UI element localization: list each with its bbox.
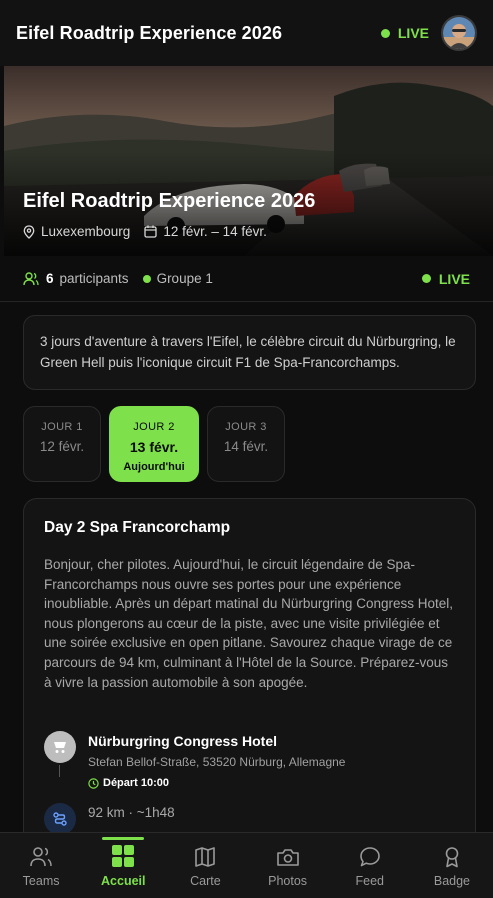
route-icon bbox=[53, 812, 67, 826]
nav-label: Accueil bbox=[101, 874, 146, 888]
hero-banner: Eifel Roadtrip Experience 2026 Luxexembo… bbox=[4, 66, 493, 256]
day-tab-label: JOUR 1 bbox=[41, 421, 83, 433]
page-title: Eifel Roadtrip Experience 2026 bbox=[16, 22, 283, 43]
day-tab-3[interactable]: JOUR 3 14 févr. bbox=[207, 406, 285, 482]
chat-icon bbox=[359, 847, 380, 867]
today-badge: Aujourd'hui bbox=[123, 461, 185, 473]
avatar[interactable] bbox=[441, 15, 477, 51]
hero-location: Luxexembourg bbox=[23, 224, 130, 239]
hero-title: Eifel Roadtrip Experience 2026 bbox=[23, 190, 316, 212]
live-dot-icon bbox=[380, 28, 390, 38]
location-text: Luxexembourg bbox=[41, 224, 131, 239]
map-icon bbox=[195, 847, 216, 867]
day-tab-date: 14 févr. bbox=[223, 439, 269, 454]
day-tab-date: 12 févr. bbox=[39, 439, 85, 454]
event-description: 3 jours d'aventure à travers l'Eifel, le… bbox=[23, 315, 476, 390]
departure-time: Départ 10:00 bbox=[88, 777, 169, 789]
nav-photos[interactable]: Photos bbox=[247, 833, 329, 898]
day-tab-2[interactable]: JOUR 2 13 févr. Aujourd'hui bbox=[109, 406, 199, 482]
nav-label: Badge bbox=[433, 874, 471, 888]
day-card-body: Bonjour, cher pilotes. Aujourd'hui, le c… bbox=[44, 557, 453, 690]
group-dot-icon bbox=[142, 274, 151, 283]
nav-feed[interactable]: Feed bbox=[329, 833, 411, 898]
day-tab-label: JOUR 3 bbox=[225, 421, 267, 433]
hotel-cart-icon bbox=[54, 742, 66, 753]
nav-accueil[interactable]: Accueil bbox=[82, 833, 164, 898]
group-badge: Groupe 1 bbox=[142, 271, 213, 286]
participants-count: 6 bbox=[46, 271, 54, 286]
day-tab-date: 13 févr. bbox=[129, 439, 179, 455]
location-pin-icon bbox=[23, 224, 35, 239]
grid-icon bbox=[112, 845, 135, 867]
route-icon-circle bbox=[44, 803, 76, 835]
day-selector: JOUR 1 12 févr. JOUR 2 13 févr. Aujourd'… bbox=[23, 406, 285, 482]
day-tab-label: JOUR 2 bbox=[133, 421, 175, 433]
day-tab-1[interactable]: JOUR 1 12 févr. bbox=[23, 406, 101, 482]
participants-label: participants bbox=[59, 271, 129, 286]
nav-label: Feed bbox=[355, 874, 385, 888]
badge-icon bbox=[445, 847, 459, 868]
nav-carte[interactable]: Carte bbox=[164, 833, 246, 898]
route-distance: 92 km · ~1h48 bbox=[88, 805, 175, 820]
departure-text: Départ 10:00 bbox=[103, 777, 170, 789]
dates-text: 12 févr. – 14 févr. bbox=[163, 224, 267, 239]
clock-icon bbox=[88, 777, 99, 789]
day-card-title: Day 2 Spa Francorchamp bbox=[44, 519, 231, 536]
hero-dates: 12 févr. – 14 févr. bbox=[144, 224, 267, 239]
users-icon bbox=[30, 847, 52, 867]
nav-teams[interactable]: Teams bbox=[0, 833, 82, 898]
stats-live-indicator: LIVE bbox=[421, 270, 470, 287]
users-icon bbox=[23, 271, 39, 285]
nav-label: Carte bbox=[190, 874, 221, 888]
timeline-connector bbox=[59, 765, 60, 777]
camera-icon bbox=[276, 849, 299, 866]
nav-label: Teams bbox=[22, 874, 60, 888]
live-label: LIVE bbox=[397, 25, 429, 41]
live-dot-icon bbox=[421, 274, 431, 283]
nav-badge[interactable]: Badge bbox=[411, 833, 493, 898]
group-label: Groupe 1 bbox=[156, 271, 213, 286]
stats-live-label: LIVE bbox=[438, 270, 470, 287]
event-stats: 6 participants Groupe 1 LIVE bbox=[0, 256, 493, 302]
stop-name: Nürburgring Congress Hotel bbox=[88, 733, 278, 749]
stop-address: Stefan Bellof-Straße, 53520 Nürburg, All… bbox=[88, 755, 346, 769]
top-bar: Eifel Roadtrip Experience 2026 LIVE bbox=[0, 0, 493, 66]
bottom-navigation: Teams Accueil Carte Photos Feed Badge bbox=[0, 832, 493, 898]
nav-label: Photos bbox=[268, 874, 308, 888]
live-indicator: LIVE bbox=[380, 25, 429, 41]
stop-icon-circle bbox=[44, 731, 76, 763]
calendar-icon bbox=[144, 225, 157, 238]
